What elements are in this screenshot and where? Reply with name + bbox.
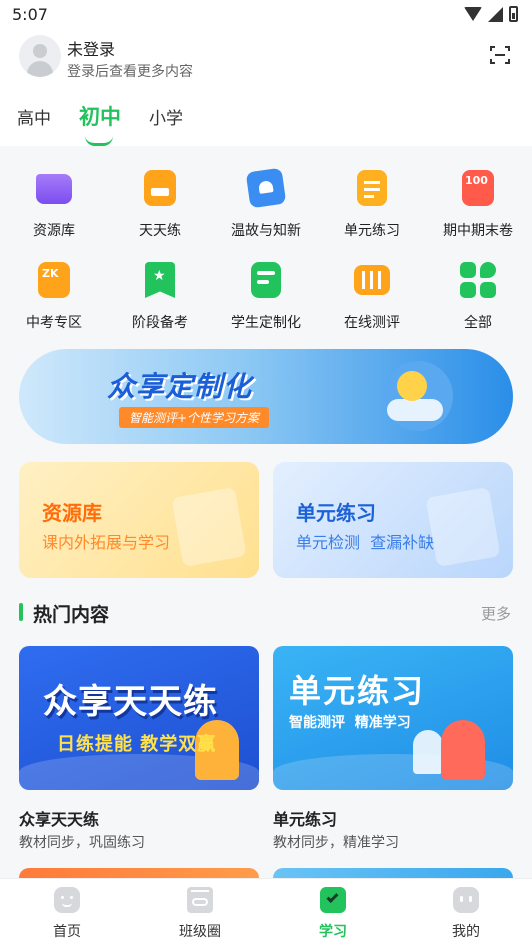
hot-card-cover-daily-practice[interactable]: 众享天天练 日练提能 教学双赢 (19, 646, 259, 790)
tab-primary-school[interactable]: 小学 (149, 104, 183, 129)
hot-card-cover-unit-practice[interactable]: 单元练习 智能测评 精准学习 (273, 646, 513, 790)
cover-tagline: 日练提能 教学双赢 (57, 734, 217, 755)
card-decoration (425, 486, 501, 568)
grid-item-midterm-final[interactable]: 100 期中期末卷 (425, 160, 531, 248)
cover-tagline: 智能测评 精准学习 (289, 715, 411, 731)
grid-item-all[interactable]: 全部 (425, 252, 531, 340)
grid-item-label: 全部 (464, 315, 492, 331)
feature-card-title: 资源库 (42, 501, 102, 525)
clipboard-icon (357, 170, 387, 206)
zk-icon: ZK (38, 262, 70, 298)
folder-icon (36, 174, 72, 204)
profile-face-icon (453, 887, 479, 913)
hot-section-title: 热门内容 (33, 604, 110, 626)
cover-character-decoration (441, 720, 485, 780)
grid-item-review-learn[interactable]: 温故与知新 (213, 160, 319, 248)
more-link[interactable]: 更多 (481, 603, 511, 624)
avatar-head-shape (33, 44, 47, 58)
hot-item-title[interactable]: 单元练习 (273, 806, 337, 830)
banner-character-decoration (397, 371, 427, 401)
grid-item-unit-practice[interactable]: 单元练习 (319, 160, 425, 248)
all-apps-icon (460, 262, 496, 298)
grid-item-label: 在线测评 (344, 315, 400, 331)
nav-label: 班级圈 (179, 924, 221, 940)
header: 未登录 登录后查看更多内容 高中 初中 小学 (0, 30, 532, 146)
study-page: 5:07 未登录 登录后查看更多内容 高中 初中 小学 资源库 天天练 温故与知… (0, 0, 532, 946)
calendar-practice-icon (144, 170, 176, 206)
tab-high-school[interactable]: 高中 (17, 104, 51, 129)
status-time: 5:07 (12, 5, 48, 24)
heart-book-icon (245, 167, 287, 209)
nav-label: 学习 (319, 924, 347, 940)
tab-active-indicator (85, 136, 113, 146)
wifi-icon (464, 7, 482, 21)
feature-card-resource-library[interactable]: 资源库 课内外拓展与学习 (19, 462, 259, 578)
promo-banner[interactable]: 众享定制化 智能测评+个性学习方案 (19, 349, 513, 444)
grid-item-label: 中考专区 (26, 315, 82, 331)
hot-item-subtitle: 教材同步，精准学习 (273, 835, 399, 851)
banner-subtitle: 智能测评+个性学习方案 (119, 407, 270, 428)
feature-card-unit-practice[interactable]: 单元练习 单元检测 查漏补缺 (273, 462, 513, 578)
feature-card-subtitle: 课内外拓展与学习 (42, 533, 171, 552)
banner-title: 众享定制化 (107, 370, 253, 403)
nav-item-study[interactable]: 学习 (293, 887, 373, 941)
grid-item-resource-library[interactable]: 资源库 (1, 160, 107, 248)
signal-icon (488, 6, 503, 22)
grid-item-stage-prep[interactable]: ★ 阶段备考 (107, 252, 213, 340)
cover-headline: 单元练习 (289, 672, 426, 710)
grid-item-online-test[interactable]: 在线测评 (319, 252, 425, 340)
status-icons (464, 6, 518, 22)
grid-item-label: 期中期末卷 (443, 223, 513, 239)
nav-item-class-circle[interactable]: 班级圈 (160, 887, 240, 941)
star-bookmark-icon: ★ (145, 262, 175, 298)
nav-item-home[interactable]: 首页 (27, 887, 107, 941)
nav-label: 首页 (53, 924, 81, 940)
grade-tabs: 高中 初中 小学 (0, 100, 532, 146)
avatar-body-shape (27, 61, 53, 77)
cover-board-decoration (413, 730, 443, 774)
avatar[interactable] (19, 35, 61, 77)
section-accent-bar (19, 603, 23, 621)
grid-item-label: 资源库 (33, 223, 75, 239)
grid-item-label: 学生定制化 (231, 315, 301, 331)
grid-item-label: 单元练习 (344, 223, 400, 239)
user-name[interactable]: 未登录 (67, 36, 115, 60)
bottom-nav: 首页 班级圈 学习 我的 (0, 878, 532, 946)
exam-100-icon: 100 (462, 170, 494, 206)
tab-middle-school[interactable]: 初中 (79, 101, 121, 131)
cover-headline: 众享天天练 (43, 682, 218, 722)
banner-cloud-decoration (387, 399, 443, 421)
hot-item-subtitle: 教材同步，巩固练习 (19, 835, 145, 851)
grid-item-zhongkao[interactable]: ZK 中考专区 (1, 252, 107, 340)
status-bar: 5:07 (0, 0, 532, 30)
card-decoration (171, 486, 247, 568)
grid-item-label: 温故与知新 (231, 223, 301, 239)
hot-item-title[interactable]: 众享天天练 (19, 806, 99, 830)
grid-item-label: 天天练 (139, 223, 181, 239)
student-custom-icon (251, 262, 281, 298)
nav-label: 我的 (452, 924, 480, 940)
test-sliders-icon (354, 265, 390, 295)
scan-icon[interactable] (488, 43, 512, 67)
study-check-icon (320, 887, 346, 913)
grid-item-label: 阶段备考 (132, 315, 188, 331)
grid-item-student-custom[interactable]: 学生定制化 (213, 252, 319, 340)
battery-icon (509, 6, 518, 22)
feature-card-title: 单元练习 (296, 501, 376, 525)
nav-item-mine[interactable]: 我的 (426, 887, 506, 941)
feature-card-subtitle: 单元检测 查漏补缺 (296, 533, 435, 552)
grid-item-daily-practice[interactable]: 天天练 (107, 160, 213, 248)
home-face-icon (54, 887, 80, 913)
class-circle-icon (187, 887, 213, 913)
login-hint: 登录后查看更多内容 (67, 64, 193, 80)
